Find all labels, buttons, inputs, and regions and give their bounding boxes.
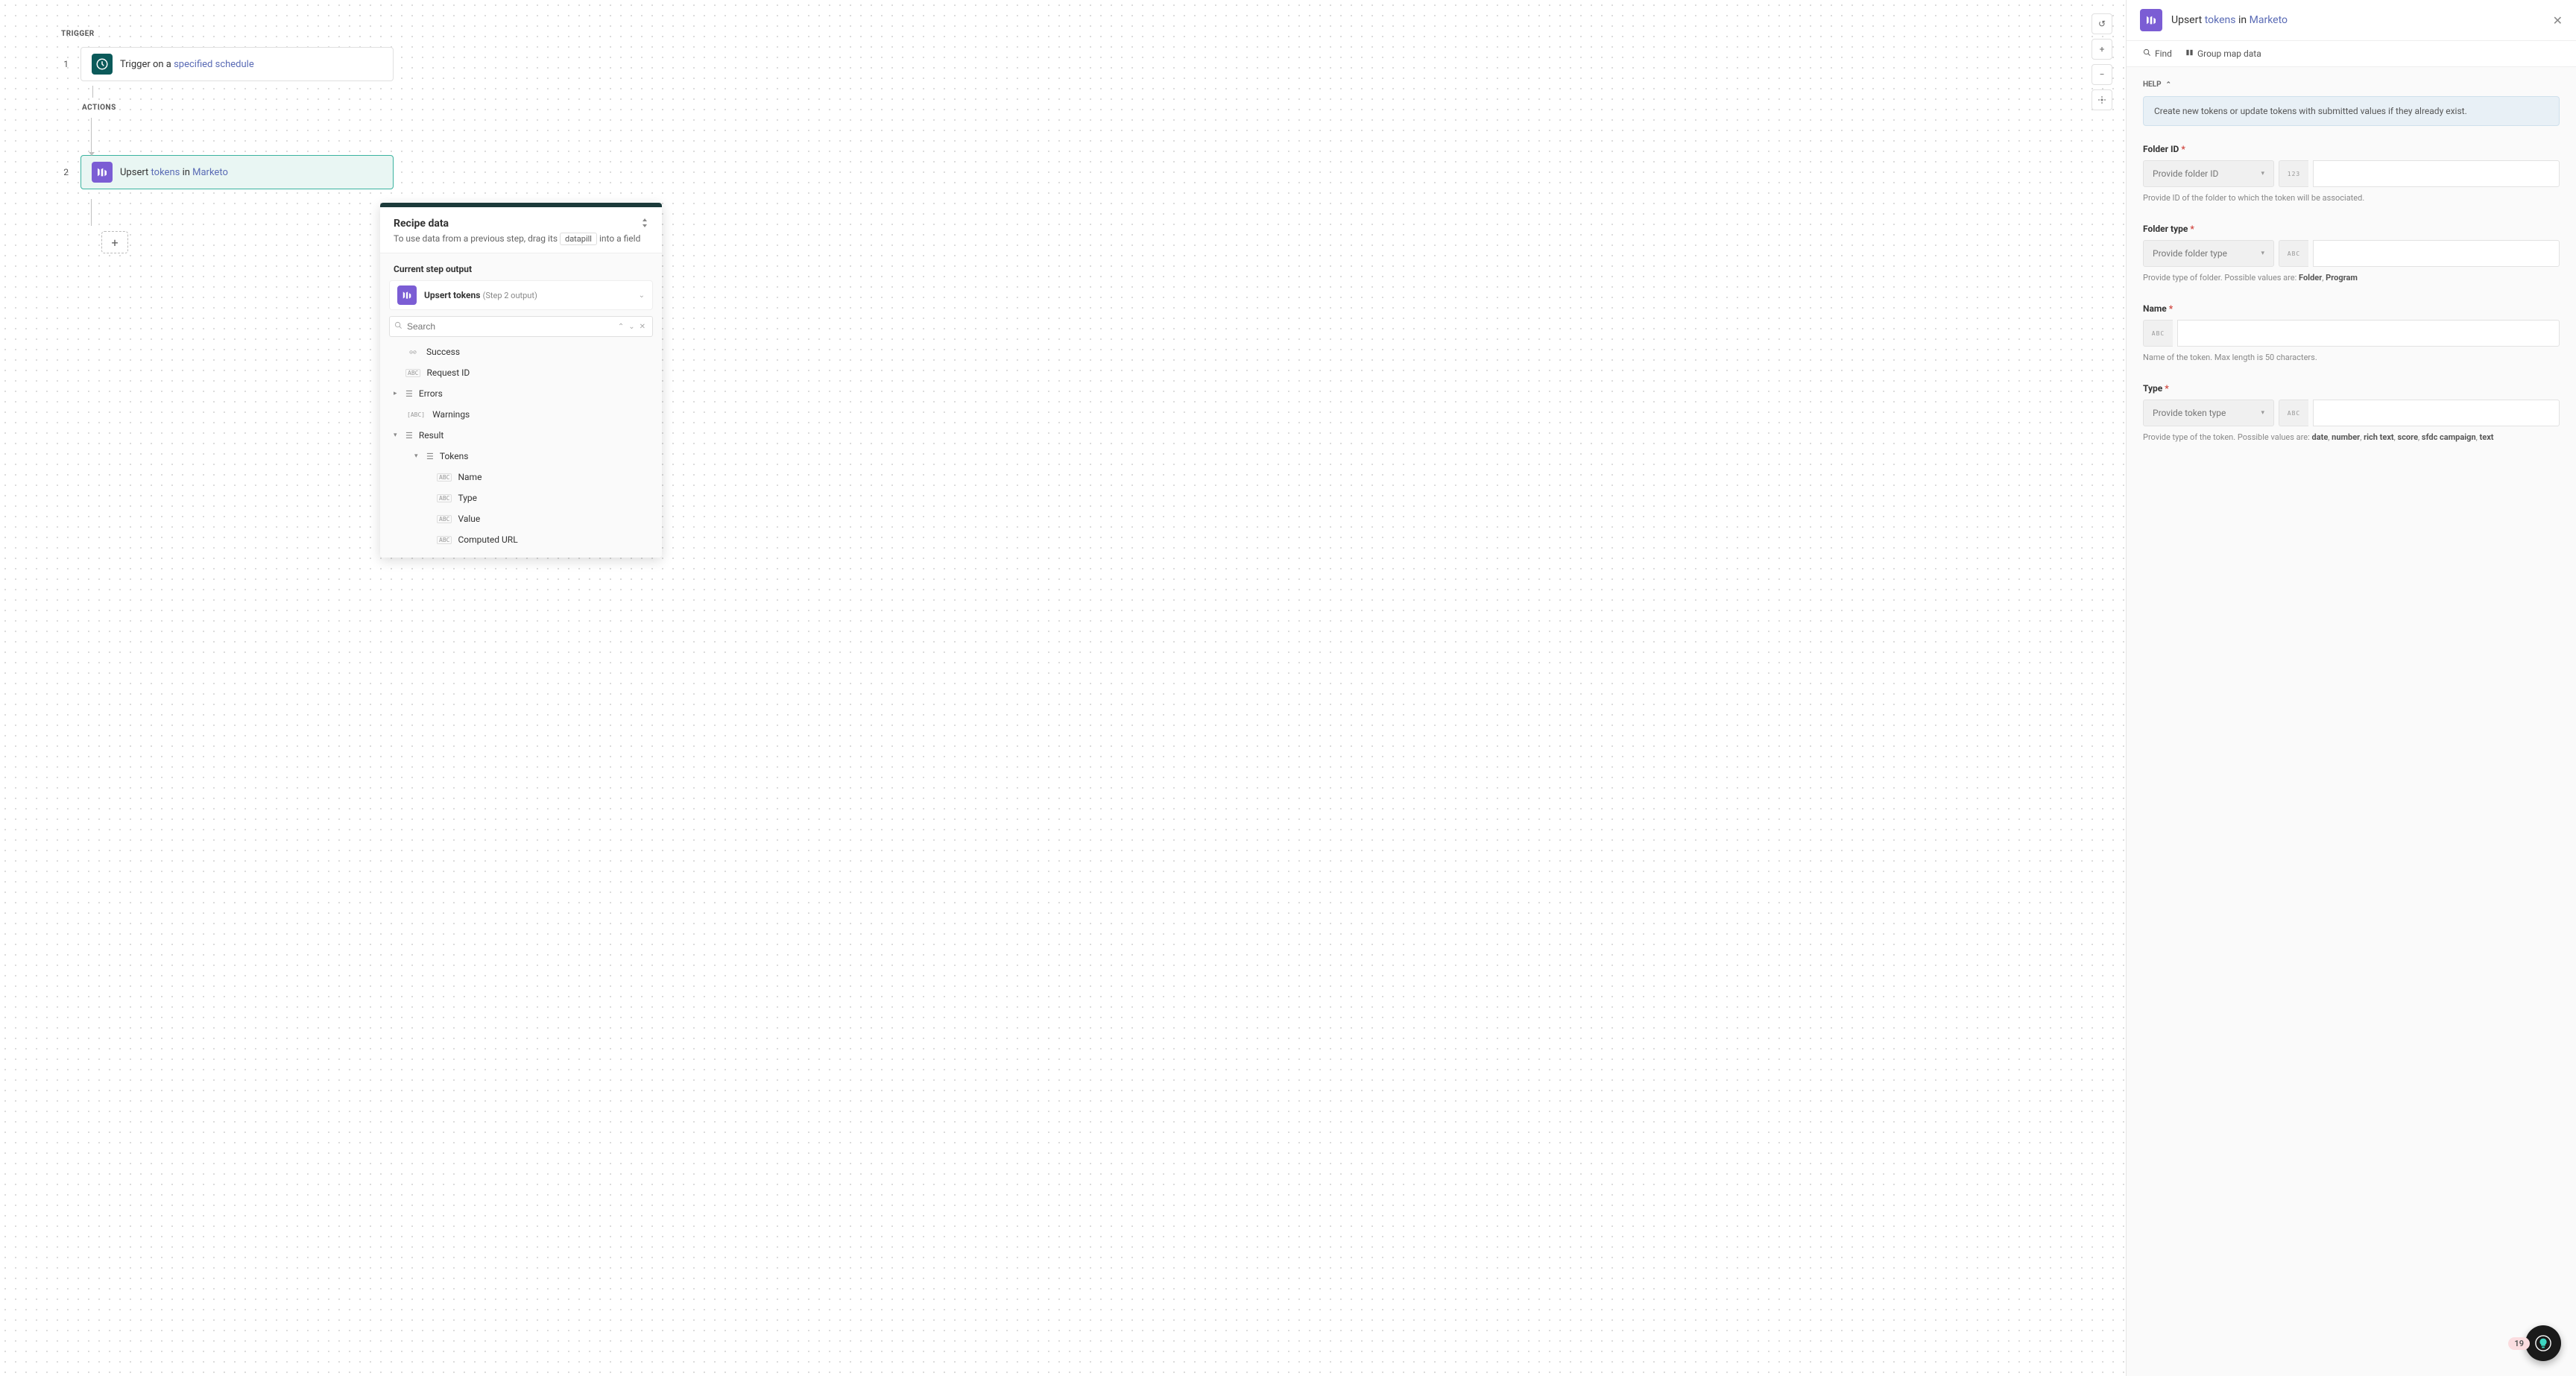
close-panel-button[interactable]: ✕ (2553, 13, 2563, 28)
action-step-text: Upsert tokens in Marketo (120, 167, 228, 178)
datapill-list-result[interactable]: ▾☰Result (389, 425, 653, 446)
datapill-item[interactable]: ABCType (389, 487, 653, 508)
list-icon: ☰ (426, 452, 434, 461)
datapill-item[interactable]: ABCComputed URL (389, 529, 653, 550)
folder-type-input[interactable] (2313, 240, 2560, 267)
type-label: Type * (2143, 383, 2560, 394)
datapill-item[interactable]: ABCRequest ID (389, 362, 653, 383)
chevron-up-icon: ⌃ (2166, 81, 2172, 89)
chevron-down-icon: ▾ (2261, 250, 2264, 257)
find-button[interactable]: Find (2143, 48, 2172, 59)
expand-collapse-icon[interactable] (641, 218, 648, 230)
datapill-chip: datapill (560, 233, 597, 245)
action-step-card-upsert-tokens[interactable]: Upsert tokens in Marketo (80, 155, 394, 189)
help-toggle[interactable]: HELP ⌃ (2143, 81, 2560, 89)
fit-view-button[interactable] (2092, 89, 2112, 110)
text-type-icon: ABC (2279, 240, 2308, 267)
search-icon (2143, 48, 2151, 59)
step-number-2: 2 (60, 167, 69, 177)
actions-section-label: ACTIONS (82, 104, 2066, 112)
notification-badge: 19 (2508, 1337, 2530, 1350)
search-next-icon[interactable]: ⌄ (626, 323, 637, 331)
list-icon: ☰ (405, 431, 413, 441)
recipe-data-title: Recipe data (394, 218, 449, 230)
group-map-data-button[interactable]: Group map data (2185, 48, 2261, 59)
trigger-section-label: TRIGGER (61, 30, 2066, 38)
chevron-down-icon: ▾ (2261, 409, 2264, 417)
step-config-panel: Upsert tokens in Marketo ✕ Find Group ma… (2126, 0, 2576, 1376)
type-select[interactable]: Provide token type ▾ (2143, 400, 2274, 426)
list-icon: ☰ (405, 389, 413, 399)
folder-id-select[interactable]: Provide folder ID ▾ (2143, 160, 2274, 187)
folder-type-label: Folder type * (2143, 224, 2560, 234)
text-type-icon: ABC (2143, 320, 2173, 347)
number-type-icon: 123 (2279, 160, 2308, 187)
text-type-icon: ABC (2279, 400, 2308, 426)
datapill-item[interactable]: ABCValue (389, 508, 653, 529)
trigger-step-text: Trigger on a specified schedule (120, 59, 254, 70)
chevron-down-icon: ▾ (2261, 170, 2264, 177)
datapill-item[interactable]: ⊙⊘Success (389, 341, 653, 362)
name-hint: Name of the token. Max length is 50 char… (2143, 353, 2560, 362)
marketo-icon (2140, 9, 2162, 31)
folder-id-label: Folder ID * (2143, 144, 2560, 154)
folder-id-input[interactable] (2313, 160, 2560, 187)
undo-button[interactable]: ↺ (2092, 13, 2112, 34)
search-clear-icon[interactable]: ✕ (637, 323, 648, 331)
datapill-item[interactable]: [ABC]Warnings (389, 404, 653, 425)
recipe-data-panel: Recipe data To use data from a previous … (380, 203, 662, 558)
add-step-button[interactable]: + (101, 231, 128, 253)
folder-type-select[interactable]: Provide folder type ▾ (2143, 240, 2274, 267)
folder-id-hint: Provide ID of the folder to which the to… (2143, 193, 2560, 203)
help-text: Create new tokens or update tokens with … (2143, 96, 2560, 126)
lightbulb-icon (2535, 1335, 2551, 1351)
search-icon (394, 321, 402, 332)
type-hint: Provide type of the token. Possible valu… (2143, 432, 2560, 442)
name-input[interactable] (2177, 320, 2560, 347)
zoom-out-button[interactable]: − (2092, 64, 2112, 85)
recipe-data-subtitle: To use data from a previous step, drag i… (394, 233, 648, 245)
trigger-step-card[interactable]: Trigger on a specified schedule (80, 47, 394, 81)
name-label: Name * (2143, 303, 2560, 314)
zoom-in-button[interactable]: + (2092, 39, 2112, 60)
marketo-icon (92, 162, 113, 183)
datapill-tree: ⊙⊘Success ABCRequest ID ▸☰Errors [ABC]Wa… (389, 341, 653, 558)
columns-icon (2185, 48, 2194, 59)
config-panel-title: Upsert tokens in Marketo (2171, 14, 2288, 26)
datapill-list-errors[interactable]: ▸☰Errors (389, 383, 653, 404)
output-header-toggle[interactable]: Upsert tokens (Step 2 output) ⌄ (389, 280, 653, 310)
chevron-down-icon: ⌄ (639, 291, 645, 300)
marketo-icon (397, 285, 417, 305)
recipe-canvas: TRIGGER 1 Trigger on a specified schedul… (0, 0, 2126, 1376)
datapill-list-tokens[interactable]: ▾☰Tokens (389, 446, 653, 467)
search-prev-icon[interactable]: ⌃ (616, 323, 626, 331)
folder-type-hint: Provide type of folder. Possible values … (2143, 273, 2560, 283)
current-step-output-label: Current step output (389, 258, 653, 280)
step-number-1: 1 (60, 59, 69, 69)
clock-icon (92, 54, 113, 75)
type-input[interactable] (2313, 400, 2560, 426)
datapill-item[interactable]: ABCName (389, 467, 653, 487)
datapill-search[interactable]: ⌃ ⌄ ✕ (389, 316, 653, 337)
datapill-search-input[interactable] (402, 317, 616, 336)
help-fab-button[interactable] (2525, 1325, 2561, 1361)
